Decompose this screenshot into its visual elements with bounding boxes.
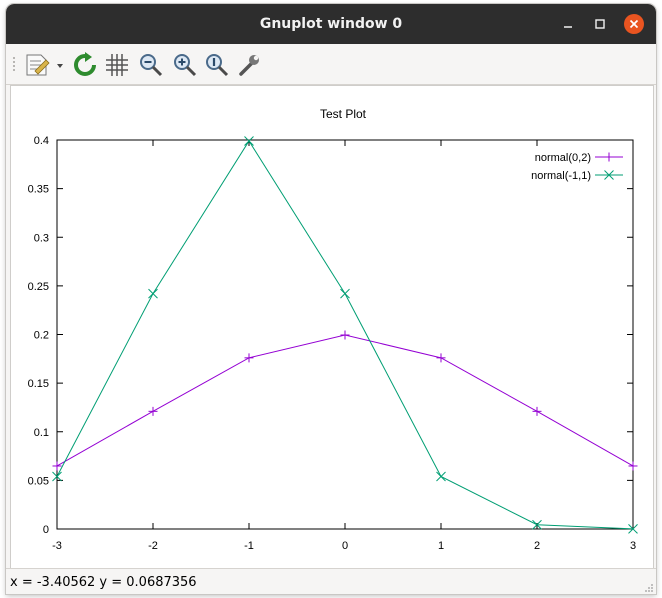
y-tick-label: 0.25 xyxy=(28,281,49,293)
x-tick-label: -3 xyxy=(52,540,62,552)
resize-grip-icon[interactable] xyxy=(644,583,654,593)
zoom-in-button[interactable] xyxy=(172,52,198,78)
x-tick-label: 3 xyxy=(630,540,636,552)
y-tick-label: 0 xyxy=(43,524,49,536)
zoom-fit-icon xyxy=(206,54,229,77)
toolbar-grip-icon[interactable] xyxy=(12,56,16,74)
minimize-icon xyxy=(564,26,572,28)
x-tick-label: 1 xyxy=(438,540,444,552)
x-tick-label: -2 xyxy=(148,540,158,552)
x-tick-label: -1 xyxy=(244,540,254,552)
plot-area[interactable]: Test Plot -3 -2 -1 0 1 2 3 0 0.05 0.1 0.15 0.2 0.25 0… xyxy=(10,85,654,569)
maximize-button[interactable] xyxy=(590,14,610,34)
chart-title: Test Plot xyxy=(320,107,367,121)
legend-label: normal(-1,1) xyxy=(531,170,591,182)
minimize-button[interactable] xyxy=(558,14,578,34)
y-tick-label: 0.4 xyxy=(34,135,49,147)
status-bar: x = -3.40562 y = 0.0687356 xyxy=(6,568,656,594)
y-tick-label: 0.05 xyxy=(28,475,49,487)
replot-button[interactable] xyxy=(72,52,98,78)
x-tick-label: 0 xyxy=(342,540,348,552)
cursor-coordinates: x = -3.40562 y = 0.0687356 xyxy=(10,575,197,590)
wrench-icon xyxy=(239,55,259,76)
y-tick-label: 0.35 xyxy=(28,184,49,196)
x-tick-label: 2 xyxy=(534,540,540,552)
zoom-out-button[interactable] xyxy=(138,52,164,78)
y-tick-label: 0.1 xyxy=(34,427,49,439)
chart-svg[interactable]: Test Plot -3 -2 -1 0 1 2 3 0 0.05 0.1 0.15 0.2 0.25 0… xyxy=(11,86,653,568)
toolbar xyxy=(6,44,656,85)
clipboard-icon xyxy=(26,54,63,76)
legend-label: normal(0,2) xyxy=(535,152,591,164)
close-icon xyxy=(629,19,639,29)
zoom-fit-button[interactable] xyxy=(204,52,230,78)
refresh-icon xyxy=(74,52,96,76)
maximize-icon xyxy=(595,19,605,29)
title-bar[interactable]: Gnuplot window 0 xyxy=(6,4,656,44)
close-button[interactable] xyxy=(624,14,644,34)
zoom-in-icon xyxy=(174,54,197,77)
grid-icon xyxy=(106,54,128,76)
y-tick-label: 0.15 xyxy=(28,378,49,390)
gnuplot-window: Gnuplot window 0 Test Plot -3 -2 -1 0 1 … xyxy=(6,4,656,594)
y-tick-label: 0.3 xyxy=(34,232,49,244)
zoom-out-icon xyxy=(140,54,163,77)
toggle-grid-button[interactable] xyxy=(104,52,130,78)
settings-button[interactable] xyxy=(236,52,262,78)
y-tick-label: 0.2 xyxy=(34,330,49,342)
copy-to-clipboard-button[interactable] xyxy=(24,52,68,78)
